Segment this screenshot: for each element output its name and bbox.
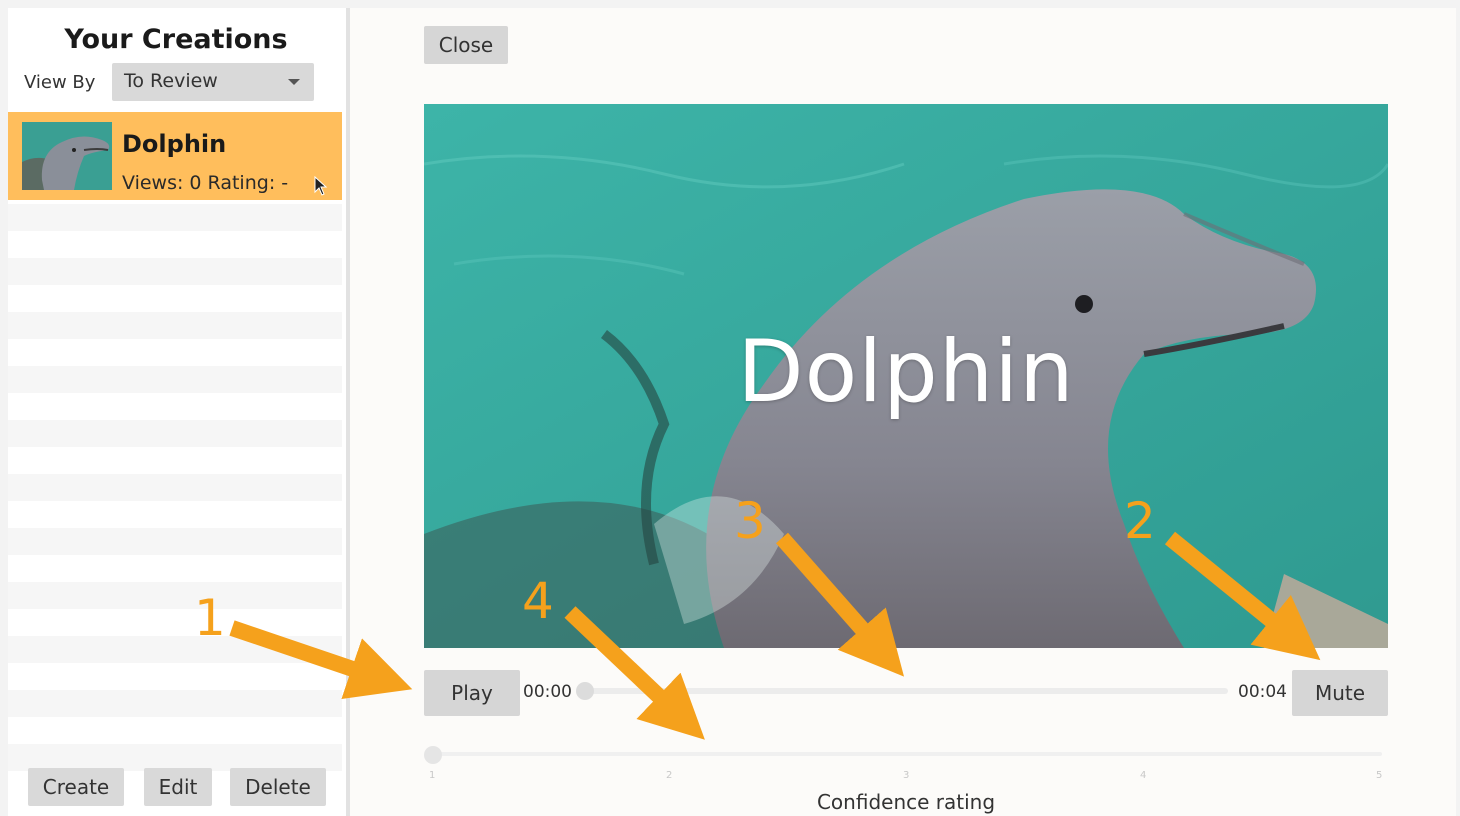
- list-row-empty: [8, 258, 342, 285]
- edit-button[interactable]: Edit: [144, 768, 212, 806]
- confidence-rating-handle[interactable]: [424, 746, 442, 764]
- video-player[interactable]: Dolphin: [424, 104, 1388, 648]
- confidence-rating-label: Confidence rating: [816, 790, 996, 814]
- list-row-empty: [8, 366, 342, 393]
- confidence-rating-slider[interactable]: [432, 752, 1382, 756]
- list-row-empty: [8, 636, 342, 663]
- mute-button[interactable]: Mute: [1292, 670, 1388, 716]
- creation-item-name: Dolphin: [122, 130, 227, 158]
- dolphin-thumbnail-image: [22, 122, 112, 190]
- list-row-empty: [8, 204, 342, 231]
- rating-tick-label: 4: [1140, 770, 1147, 781]
- list-row-empty: [8, 474, 342, 501]
- rating-tick-label: 3: [903, 770, 910, 781]
- view-by-dropdown[interactable]: To Review: [112, 63, 314, 101]
- play-button[interactable]: Play: [424, 670, 520, 716]
- seek-handle[interactable]: [576, 682, 594, 700]
- list-row-empty: [8, 420, 342, 447]
- list-row-empty: [8, 528, 342, 555]
- rating-tick-label: 2: [666, 770, 673, 781]
- create-button[interactable]: Create: [28, 768, 124, 806]
- close-button[interactable]: Close: [424, 26, 508, 64]
- creation-thumbnail: [22, 122, 112, 190]
- mouse-cursor-icon: [314, 176, 328, 196]
- list-row-empty: [8, 690, 342, 717]
- sidebar-title: Your Creations: [64, 24, 288, 55]
- creation-item-meta: Views: 0 Rating: -: [122, 172, 289, 194]
- sidebar: Your Creations View By To Review Dolphin…: [8, 8, 348, 816]
- video-caption: Dolphin: [737, 322, 1075, 422]
- view-by-label: View By: [24, 72, 96, 93]
- list-row-empty: [8, 744, 342, 771]
- creation-list-item-dolphin[interactable]: Dolphin Views: 0 Rating: -: [8, 112, 342, 200]
- chevron-down-icon: [288, 79, 300, 85]
- seek-bar[interactable]: [584, 688, 1228, 694]
- list-row-empty: [8, 582, 342, 609]
- delete-button[interactable]: Delete: [230, 768, 326, 806]
- rating-tick-label: 1: [429, 770, 436, 781]
- view-by-selected-value: To Review: [124, 70, 218, 92]
- list-row-empty: [8, 312, 342, 339]
- rating-tick-label: 5: [1376, 770, 1383, 781]
- total-time: 00:04: [1238, 682, 1287, 702]
- current-time: 00:00: [523, 682, 572, 702]
